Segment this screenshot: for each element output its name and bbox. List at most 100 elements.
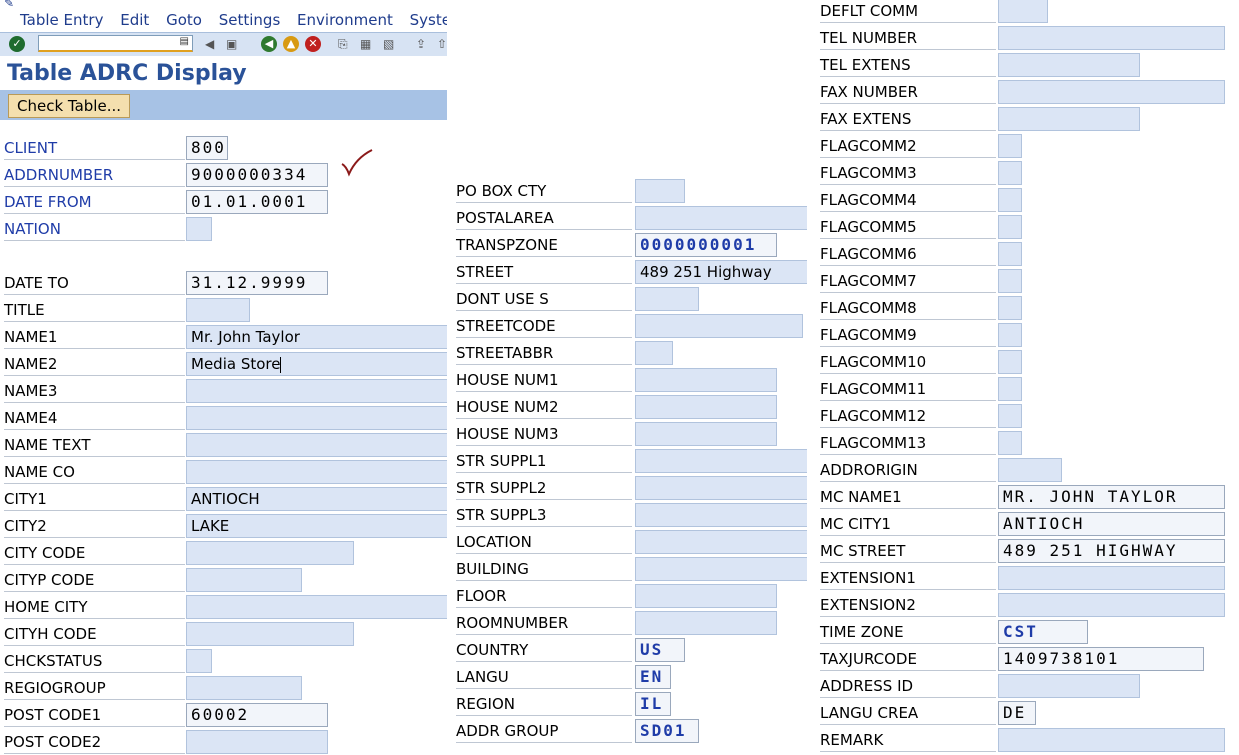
field-value[interactable] (186, 460, 447, 484)
menu-corner-icon[interactable]: ✎ (4, 0, 14, 10)
field-value[interactable] (998, 566, 1225, 590)
field-value[interactable] (186, 298, 250, 322)
menu-table-entry[interactable]: Table Entry (20, 11, 103, 29)
field-value[interactable] (998, 323, 1022, 347)
field-value[interactable] (998, 215, 1022, 239)
field-value[interactable] (635, 422, 777, 446)
field-value[interactable]: 0000000001 (635, 233, 777, 257)
prev-page-icon[interactable]: ⇧ (437, 36, 447, 52)
field-value[interactable] (186, 217, 212, 241)
field-value[interactable]: SD01 (635, 719, 699, 743)
field-value[interactable]: EN (635, 665, 671, 689)
back-icon[interactable]: ◀ (261, 36, 277, 52)
field-value[interactable] (186, 406, 447, 430)
field-value[interactable]: 9000000334 (186, 163, 328, 187)
field-value[interactable]: 1409738101 (998, 647, 1204, 671)
field-value[interactable] (998, 269, 1022, 293)
menu-system[interactable]: System (410, 11, 447, 29)
field-value[interactable] (998, 26, 1225, 50)
field-value[interactable] (998, 674, 1140, 698)
field-value[interactable] (998, 350, 1022, 374)
field-label: HOUSE NUM2 (456, 394, 632, 419)
field-value[interactable] (998, 458, 1062, 482)
field-value[interactable] (635, 584, 777, 608)
field-value[interactable]: 489 251 HIGHWAY (998, 539, 1225, 563)
field-value[interactable]: DE (998, 701, 1036, 725)
menu-edit[interactable]: Edit (120, 11, 149, 29)
field-row: FAX EXTENS (816, 105, 1225, 132)
field-value[interactable] (186, 379, 447, 403)
field-value[interactable] (998, 431, 1022, 455)
field-value[interactable] (998, 0, 1048, 23)
application-toolbar: Check Table... (0, 90, 447, 120)
field-value[interactable] (635, 341, 673, 365)
field-value[interactable] (186, 730, 328, 754)
field-value[interactable] (186, 649, 212, 673)
field-value[interactable] (635, 314, 803, 338)
field-value[interactable] (998, 404, 1022, 428)
field-value[interactable]: 489 251 Highway (635, 260, 807, 284)
field-value[interactable]: CST (998, 620, 1088, 644)
field-value[interactable] (635, 476, 807, 500)
field-value[interactable]: Media Store (186, 352, 447, 376)
field-value[interactable] (186, 622, 354, 646)
field-value[interactable] (186, 568, 302, 592)
field-value[interactable] (635, 557, 807, 581)
field-value[interactable]: ANTIOCH (186, 487, 447, 511)
command-history-icon[interactable]: ▤ (180, 36, 189, 47)
field-value[interactable] (998, 728, 1225, 752)
field-value[interactable] (998, 107, 1140, 131)
field-row: POST CODE2 (0, 728, 447, 755)
field-value[interactable] (635, 368, 777, 392)
save-icon[interactable]: ▣ (226, 36, 237, 52)
first-page-icon[interactable]: ⇪ (416, 36, 426, 52)
field-row: FLAGCOMM11 (816, 375, 1225, 402)
field-value[interactable] (635, 395, 777, 419)
prev-icon[interactable]: ◀ (205, 36, 214, 52)
find-icon[interactable]: ▦ (360, 36, 371, 52)
field-value[interactable] (998, 296, 1022, 320)
field-value[interactable] (635, 449, 807, 473)
field-value[interactable] (635, 287, 699, 311)
cancel-icon[interactable]: ✕ (305, 36, 321, 52)
menu-settings[interactable]: Settings (219, 11, 281, 29)
field-value[interactable]: 31.12.9999 (186, 271, 328, 295)
field-value[interactable] (998, 377, 1022, 401)
field-value[interactable] (635, 503, 807, 527)
menu-goto[interactable]: Goto (166, 11, 202, 29)
field-value[interactable] (186, 676, 302, 700)
check-table-button[interactable]: Check Table... (8, 94, 131, 118)
field-value[interactable] (635, 530, 807, 554)
field-row: FLAGCOMM4 (816, 186, 1225, 213)
field-value[interactable] (998, 134, 1022, 158)
find-next-icon[interactable]: ▧ (383, 36, 394, 52)
field-value[interactable] (635, 611, 777, 635)
field-value[interactable]: 60002 (186, 703, 328, 727)
print-icon[interactable]: ⎘ (338, 36, 348, 52)
field-value[interactable] (998, 161, 1022, 185)
field-value[interactable] (635, 206, 807, 230)
field-value[interactable] (998, 53, 1140, 77)
field-value[interactable]: MR. JOHN TAYLOR (998, 485, 1225, 509)
menu-environment[interactable]: Environment (297, 11, 393, 29)
field-value[interactable]: ANTIOCH (998, 512, 1225, 536)
field-value[interactable] (998, 593, 1225, 617)
field-value[interactable]: LAKE (186, 514, 447, 538)
exit-icon[interactable]: ▲ (283, 36, 299, 52)
field-value[interactable] (186, 541, 354, 565)
field-value[interactable] (998, 242, 1022, 266)
field-value[interactable]: Mr. John Taylor (186, 325, 447, 349)
field-value[interactable] (998, 80, 1225, 104)
field-value[interactable]: IL (635, 692, 671, 716)
field-value[interactable] (998, 188, 1022, 212)
field-row: STR SUPPL2 (452, 474, 807, 501)
field-label: MC STREET (820, 538, 996, 563)
enter-check-icon[interactable]: ✓ (9, 36, 25, 52)
field-value[interactable] (186, 433, 447, 457)
field-value[interactable]: US (635, 638, 685, 662)
field-value[interactable] (186, 595, 447, 619)
field-value[interactable] (635, 179, 685, 203)
field-value[interactable]: 800 (186, 136, 228, 160)
field-value[interactable]: 01.01.0001 (186, 190, 328, 214)
command-field[interactable]: ▤ (38, 35, 193, 52)
